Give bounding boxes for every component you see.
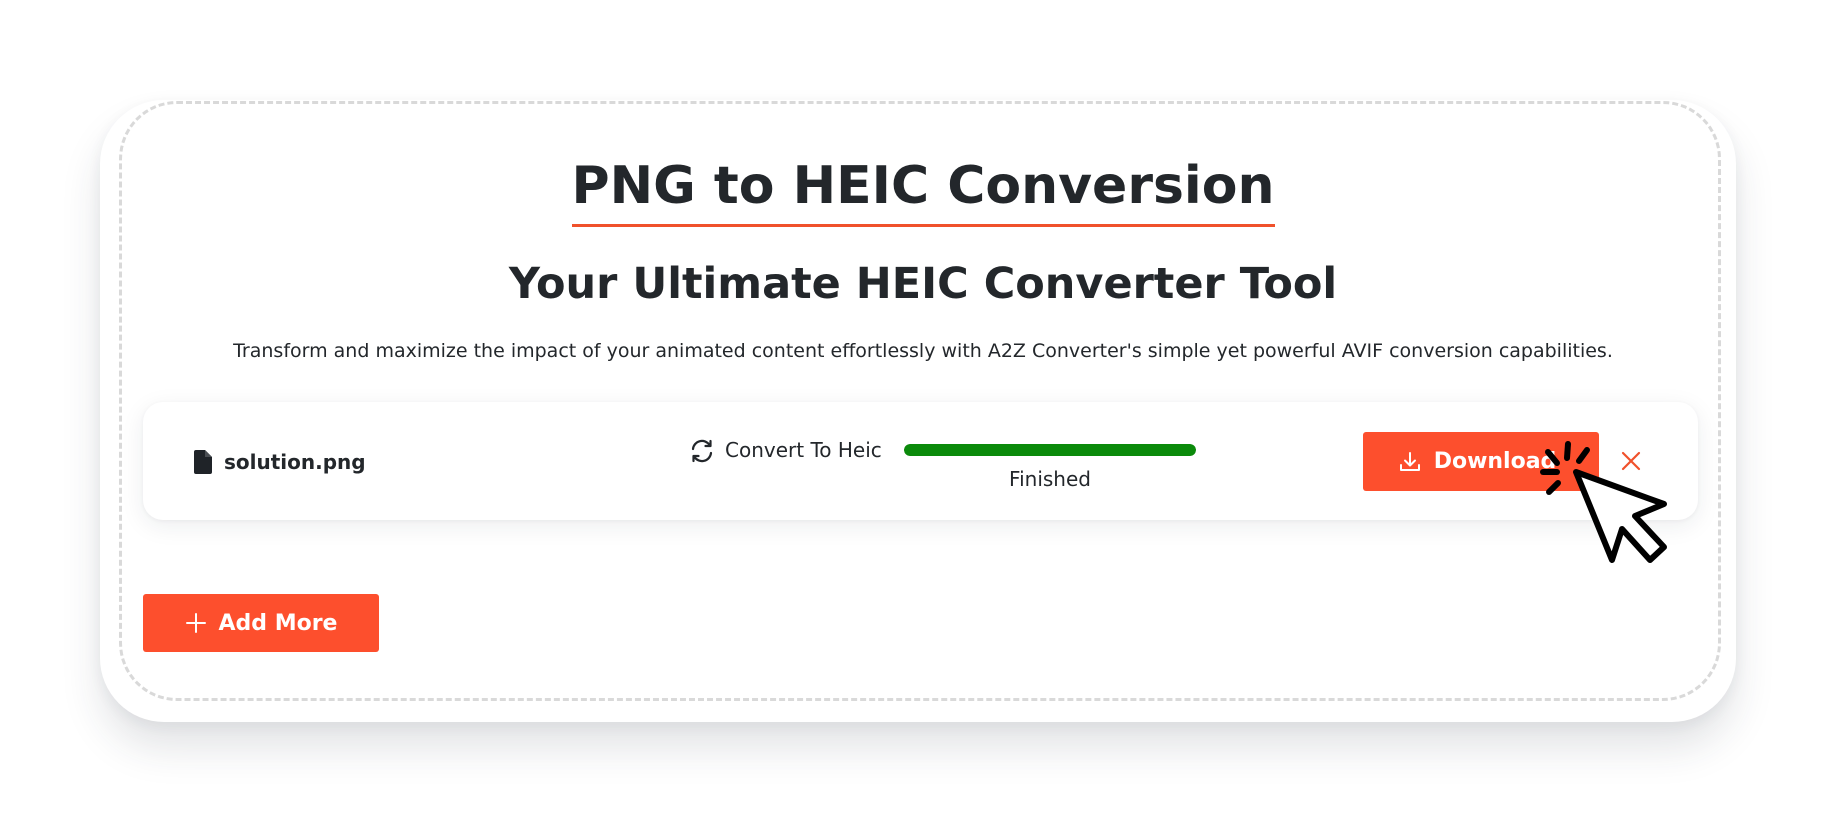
download-icon [1399,451,1420,471]
page-description: Transform and maximize the impact of you… [233,340,1613,362]
click-cursor-icon [1540,441,1667,563]
add-more-label: Add More [218,610,338,636]
file-name: solution.png [224,450,366,474]
refresh-icon [691,439,713,463]
file-icon [194,450,212,474]
download-button-label: Download [1433,449,1557,474]
plus-icon [185,613,206,633]
title-wrap: PNG to HEIC Conversion [0,150,1846,227]
add-more-button[interactable]: Add More [143,594,379,652]
convert-format-label: Convert To Heic [725,438,882,462]
progress-bar [904,444,1196,456]
page: PNG to HEIC Conversion Your Ultimate HEI… [0,0,1846,823]
progress-bar-fill [904,444,1196,456]
status-text: Finished [1009,467,1091,491]
page-subtitle: Your Ultimate HEIC Converter Tool [508,259,1338,309]
page-title: PNG to HEIC Conversion [571,150,1275,227]
